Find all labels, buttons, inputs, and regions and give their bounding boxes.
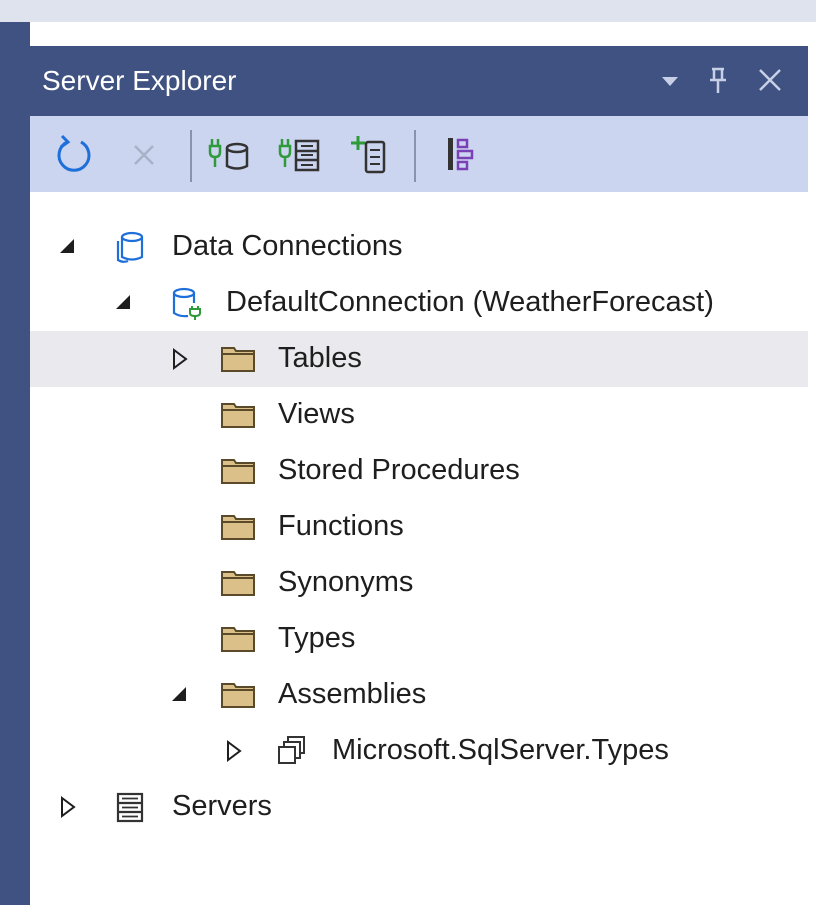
expanded-arrow-icon[interactable] <box>166 681 194 709</box>
tree-node-data-connections[interactable]: Data Connections <box>30 219 816 275</box>
folder-icon <box>220 509 256 545</box>
folder-icon <box>220 621 256 657</box>
panel-title: Server Explorer <box>42 65 237 96</box>
tree-node-label: Tables <box>278 342 362 374</box>
pin-icon[interactable] <box>706 60 730 100</box>
folder-icon <box>220 565 256 601</box>
tree-node-label: Synonyms <box>278 566 414 598</box>
connect-server-icon[interactable] <box>274 130 322 178</box>
stop-icon[interactable] <box>120 130 168 178</box>
refresh-icon[interactable] <box>50 130 98 178</box>
tree-node-tables[interactable]: Tables <box>30 331 816 387</box>
tree-node-label: Functions <box>278 510 404 542</box>
expanded-arrow-icon[interactable] <box>54 233 82 261</box>
folder-icon <box>220 397 256 433</box>
tree-node-functions[interactable]: Functions <box>30 499 816 555</box>
properties-icon[interactable] <box>436 130 484 178</box>
tree-node-label: Servers <box>172 790 272 822</box>
right-border <box>808 22 816 905</box>
dropdown-icon[interactable] <box>660 60 680 100</box>
folder-icon <box>220 677 256 713</box>
tree-node-types[interactable]: Types <box>30 611 816 667</box>
tree-node-sqlserver-types[interactable]: Microsoft.SqlServer.Types <box>30 723 816 779</box>
tree-node-stored-procedures[interactable]: Stored Procedures <box>30 443 816 499</box>
expanded-arrow-icon[interactable] <box>110 289 138 317</box>
server-tree: Data Connections DefaultConnection (Weat… <box>30 192 816 905</box>
collapsed-arrow-icon[interactable] <box>220 737 248 765</box>
left-edge <box>0 22 30 905</box>
collapsed-arrow-icon[interactable] <box>166 345 194 373</box>
connect-database-icon[interactable] <box>204 130 252 178</box>
data-connections-icon <box>112 229 148 265</box>
tree-node-synonyms[interactable]: Synonyms <box>30 555 816 611</box>
tree-node-label: Assemblies <box>278 678 427 710</box>
tree-node-views[interactable]: Views <box>30 387 816 443</box>
folder-icon <box>220 453 256 489</box>
collapsed-arrow-icon[interactable] <box>54 793 82 821</box>
top-strip <box>0 0 816 22</box>
title-bar[interactable]: Server Explorer <box>30 46 816 116</box>
tree-node-label: Stored Procedures <box>278 454 520 486</box>
tree-node-label: Types <box>278 622 356 654</box>
tree-node-label: Views <box>278 398 355 430</box>
window-frame: Server Explorer Data Connections Default… <box>0 0 816 905</box>
tree-node-servers[interactable]: Servers <box>30 779 816 835</box>
tree-node-default-connection[interactable]: DefaultConnection (WeatherForecast) <box>30 275 816 331</box>
tree-node-label: Microsoft.SqlServer.Types <box>332 734 669 766</box>
servers-icon <box>112 789 148 825</box>
folder-icon <box>220 341 256 377</box>
close-icon[interactable] <box>756 60 784 100</box>
tree-node-label: Data Connections <box>172 230 403 262</box>
tree-node-label: DefaultConnection (WeatherForecast) <box>226 286 714 318</box>
server-explorer-panel: Server Explorer Data Connections Default… <box>30 22 816 905</box>
tree-node-assemblies[interactable]: Assemblies <box>30 667 816 723</box>
toolbar-separator <box>190 130 192 182</box>
assembly-icon <box>274 733 310 769</box>
add-connection-icon[interactable] <box>344 130 392 178</box>
database-connection-icon <box>168 285 204 321</box>
toolbar-separator <box>414 130 416 182</box>
